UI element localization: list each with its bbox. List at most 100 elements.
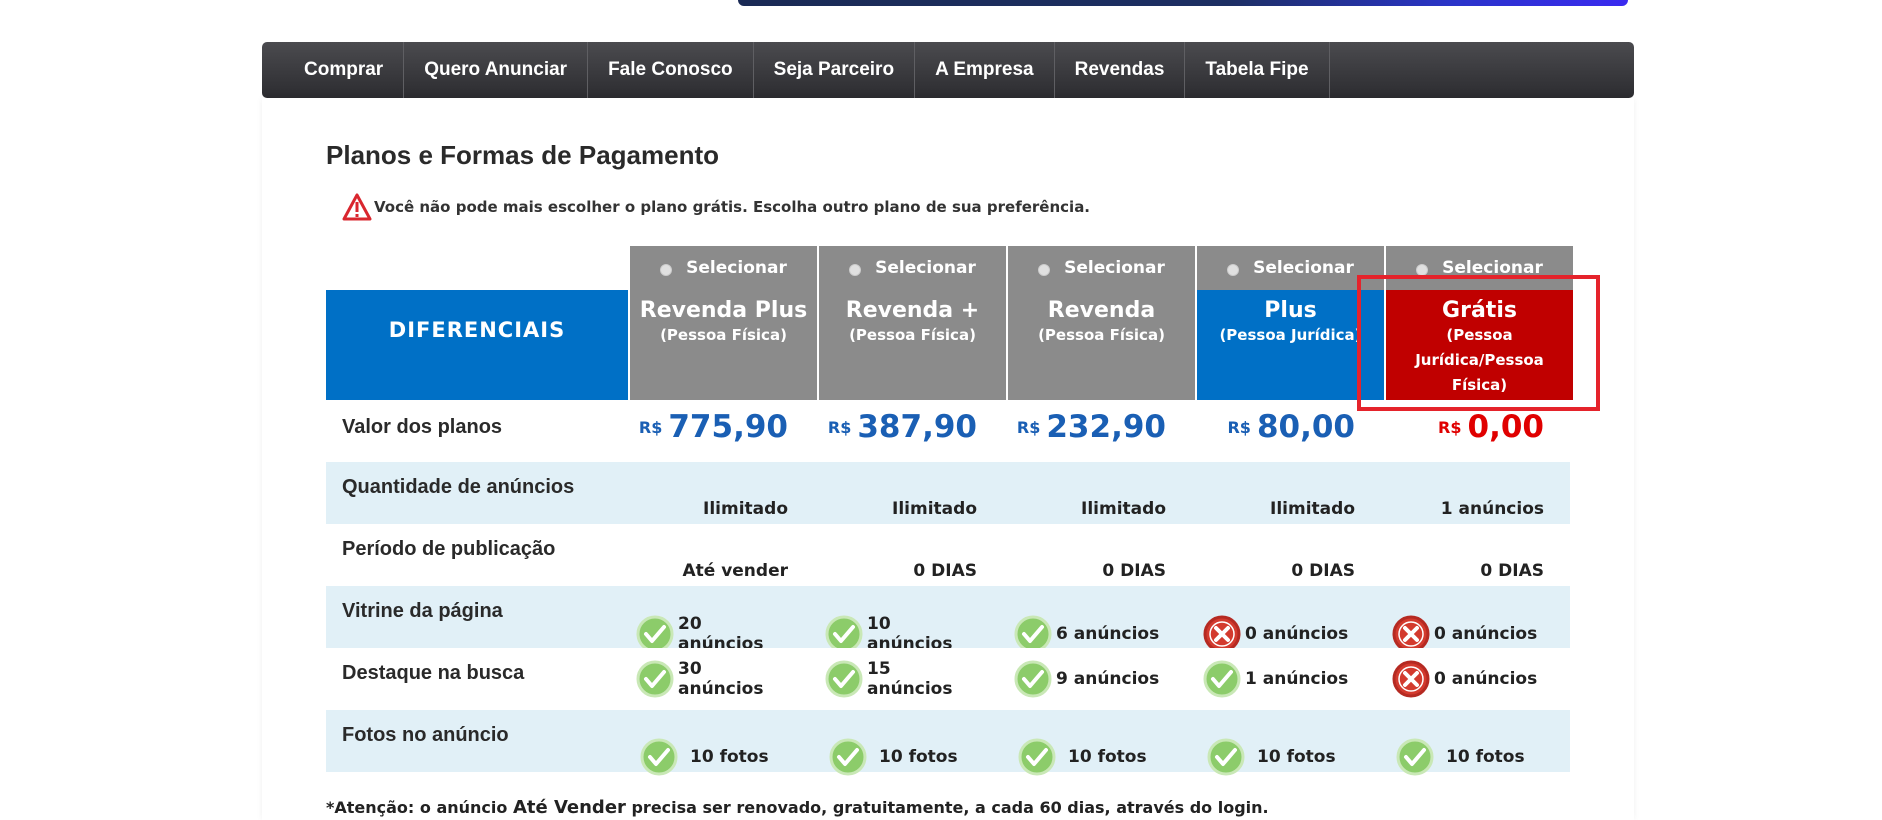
cell-value: 10 fotos: [1446, 747, 1525, 767]
row-label-vitrine: Vitrine da página: [342, 600, 503, 622]
radio-button[interactable]: [1227, 264, 1240, 276]
cell-destaque: 9 anúncios: [1008, 648, 1196, 710]
cell-vitrine: 20 anúncios: [630, 586, 818, 654]
cell-value: 9 anúncios: [1056, 669, 1160, 689]
cell-destaque: 0 anúncios: [1386, 648, 1574, 710]
plan-name: Revenda +: [845, 298, 980, 323]
cell-value: 10 fotos: [1257, 747, 1336, 767]
cell-value: 1 anúncios: [1245, 669, 1349, 689]
nav-item-0[interactable]: Comprar: [284, 42, 405, 98]
select-plan-0[interactable]: Selecionar: [630, 246, 817, 290]
check-icon: [640, 738, 678, 776]
cell-value: 0 DIAS: [1480, 561, 1544, 581]
cell-periodo: 0 DIAS: [819, 524, 1007, 586]
price-value: 232,90: [1046, 409, 1166, 445]
check-icon: [1396, 738, 1434, 776]
cell-value: Ilimitado: [892, 499, 977, 519]
nav-item-4[interactable]: A Empresa: [915, 42, 1055, 98]
plan-subtitle: (Pessoa Física): [660, 326, 787, 344]
cell-fotos: 10 fotos: [819, 710, 1007, 776]
row-label-qtd: Quantidade de anúncios: [342, 476, 575, 498]
cell-destaque: 15 anúncios: [819, 648, 1007, 710]
price-value: 80,00: [1256, 409, 1355, 445]
cell-vitrine: 0 anúncios: [1386, 586, 1574, 653]
row-label-valor: Valor dos planos: [342, 416, 503, 438]
plan-name: Revenda: [1047, 298, 1156, 323]
radio-button[interactable]: [849, 264, 862, 276]
nav-item-6[interactable]: Tabela Fipe: [1185, 42, 1330, 98]
plan-price: R$ 775,90: [630, 400, 818, 454]
cell-fotos: 10 fotos: [1008, 710, 1196, 776]
check-icon: [1014, 660, 1052, 698]
check-icon: [636, 660, 674, 698]
check-icon: [1203, 660, 1241, 698]
cell-value: 10 fotos: [879, 747, 958, 767]
cell-value: 0 DIAS: [1291, 561, 1355, 581]
cell-value: Ilimitado: [1081, 499, 1166, 519]
cell-destaque: 1 anúncios: [1197, 648, 1385, 710]
currency: R$: [1438, 417, 1462, 437]
select-label: Selecionar: [1253, 258, 1354, 278]
plan-name: Plus: [1264, 298, 1317, 323]
cell-qtd: Ilimitado: [630, 462, 818, 524]
warning-message: Você não pode mais escolher o plano grát…: [342, 193, 1090, 221]
plan-price: R$ 387,90: [819, 400, 1007, 454]
cell-value: 0 anúncios: [1434, 669, 1538, 689]
select-plan-3[interactable]: Selecionar: [1197, 246, 1384, 290]
radio-button[interactable]: [1038, 264, 1051, 276]
plan-name: Revenda Plus: [639, 298, 808, 323]
footnote-pre: *Atenção: o anúncio: [326, 798, 513, 817]
cell-qtd: Ilimitado: [819, 462, 1007, 524]
cell-periodo: 0 DIAS: [1197, 524, 1385, 586]
cell-value: 1 anúncios: [1440, 499, 1544, 519]
cell-qtd: 1 anúncios: [1386, 462, 1574, 524]
check-icon: [825, 660, 863, 698]
cell-value: 15 anúncios: [867, 659, 953, 699]
select-label: Selecionar: [1064, 258, 1165, 278]
price-value: 775,90: [668, 409, 788, 445]
top-banner: [738, 0, 1628, 6]
plan-header-3: Plus (Pessoa Jurídica): [1197, 290, 1384, 400]
select-plan-2[interactable]: Selecionar: [1008, 246, 1195, 290]
cell-value: 10 fotos: [690, 747, 769, 767]
warning-icon: [342, 193, 372, 221]
cell-fotos: 10 fotos: [1386, 710, 1574, 776]
nav-item-3[interactable]: Seja Parceiro: [754, 42, 916, 98]
cell-value: 0 anúncios: [1434, 624, 1538, 644]
footnote: *Atenção: o anúncio Até Vender precisa s…: [326, 797, 1269, 818]
select-plan-1[interactable]: Selecionar: [819, 246, 1006, 290]
cell-fotos: 10 fotos: [630, 710, 818, 776]
cross-icon: [1392, 660, 1430, 698]
currency: R$: [1016, 417, 1041, 437]
plan-header-2: Revenda (Pessoa Física): [1008, 290, 1195, 400]
cell-periodo: 0 DIAS: [1386, 524, 1574, 586]
radio-button[interactable]: [660, 264, 673, 276]
row-label-periodo: Período de publicação: [342, 538, 556, 560]
plan-price: R$ 232,90: [1008, 400, 1196, 454]
currency: R$: [827, 417, 852, 437]
cell-value: Ilimitado: [703, 499, 788, 519]
cell-value: 30 anúncios: [678, 659, 764, 699]
cell-value: Ilimitado: [1270, 499, 1355, 519]
diferenciais-header: DIFERENCIAIS: [326, 290, 628, 400]
cell-qtd: Ilimitado: [1008, 462, 1196, 524]
check-icon: [1018, 738, 1056, 776]
cell-vitrine: 6 anúncios: [1008, 586, 1196, 653]
plan-subtitle: (Pessoa Jurídica): [1219, 326, 1362, 344]
cell-periodo: Até vender: [630, 524, 818, 586]
row-label-fotos: Fotos no anúncio: [342, 724, 509, 746]
cell-vitrine: 10 anúncios: [819, 586, 1007, 654]
nav-item-2[interactable]: Fale Conosco: [588, 42, 754, 98]
plan-subtitle: (Pessoa Física): [1038, 326, 1165, 344]
cell-vitrine: 0 anúncios: [1197, 586, 1385, 653]
cell-value: 0 DIAS: [1102, 561, 1166, 581]
currency: R$: [638, 417, 663, 437]
footnote-strong: Até Vender: [512, 797, 626, 818]
cell-fotos: 10 fotos: [1197, 710, 1385, 776]
nav-item-1[interactable]: Quero Anunciar: [404, 42, 589, 98]
warning-text: Você não pode mais escolher o plano grát…: [374, 198, 1091, 216]
cell-qtd: Ilimitado: [1197, 462, 1385, 524]
main-navbar: Comprar Quero Anunciar Fale Conosco Seja Pa…: [262, 42, 1634, 98]
plan-header-1: Revenda + (Pessoa Física): [819, 290, 1006, 400]
nav-item-5[interactable]: Revendas: [1055, 42, 1186, 98]
